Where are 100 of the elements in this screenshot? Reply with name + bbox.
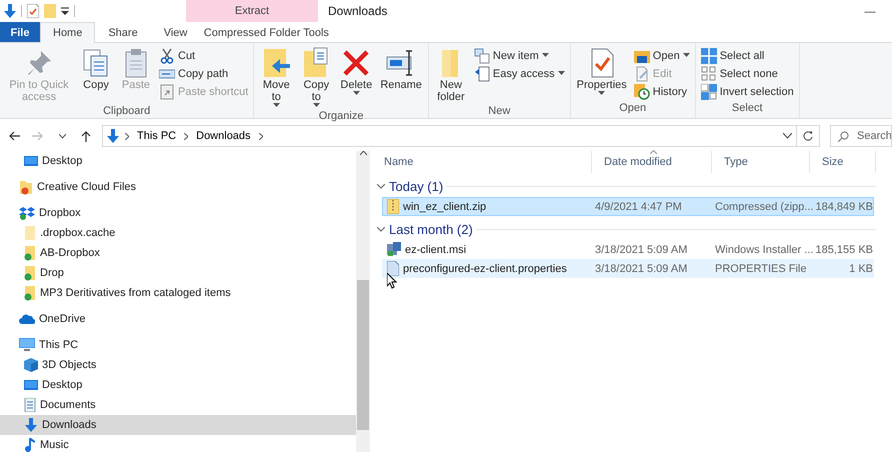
date-cell-text: 3/18/2021 5:09 AM	[594, 244, 688, 256]
search-field[interactable]: Search	[830, 125, 892, 147]
monitor-icon	[24, 379, 38, 391]
ribbon-button[interactable]: Cut	[157, 47, 250, 64]
easy-access-icon	[474, 66, 490, 82]
properties-icon	[27, 4, 39, 18]
zip-file-icon	[387, 199, 399, 214]
file-row[interactable]: preconfigured-ez-client.properties 3/18/2021 5:09 AM PROPERTIES File 1 KB	[382, 259, 874, 278]
synced-folder-icon	[24, 285, 36, 301]
chevron-right-icon	[184, 132, 188, 140]
ribbon-button[interactable]: Copy path	[157, 65, 250, 82]
ribbon-button[interactable]: Easy access	[472, 65, 567, 82]
group-label: Clipboard	[102, 105, 152, 118]
size-cell-text: 184,849 KB	[814, 200, 873, 212]
refresh-icon	[803, 130, 813, 142]
computer-icon	[19, 338, 35, 352]
ribbon-button[interactable]: Select none	[698, 65, 796, 82]
ribbon-button[interactable]: Rename	[377, 45, 425, 110]
file-menu-tab[interactable]: File	[0, 22, 40, 42]
caret-icon	[312, 103, 320, 108]
caret-icon	[682, 53, 690, 58]
window-title: Downloads	[328, 4, 388, 18]
monitor-icon	[24, 155, 38, 167]
navigation-item[interactable]: Creative Cloud Files	[0, 177, 356, 197]
select-none-icon	[700, 66, 717, 82]
navigation-item[interactable]: 3D Objects	[0, 355, 356, 375]
up-arrow-icon	[81, 130, 91, 142]
navigation-item[interactable]: MP3 Deritivatives from cataloged items	[0, 283, 356, 303]
caret-icon	[352, 91, 360, 96]
column-header[interactable]: Type	[712, 151, 810, 173]
music-note-icon	[24, 438, 36, 452]
navigation-item[interactable]: Drop	[0, 263, 356, 283]
cube-icon	[24, 358, 38, 372]
ribbon-tab[interactable]: Home	[40, 22, 96, 43]
type-cell: Compressed (zipp...	[715, 200, 813, 212]
group-label: Open	[618, 102, 648, 116]
chevron-down-icon	[58, 134, 66, 138]
refresh-button[interactable]	[796, 125, 820, 147]
back-arrow-icon	[8, 131, 20, 141]
ribbon-button[interactable]: Move to	[257, 45, 296, 110]
type-cell: Windows Installer ...	[715, 244, 813, 256]
navigation-item[interactable]: Downloads	[0, 415, 356, 435]
file-name: preconfigured-ez-client.properties	[403, 262, 567, 274]
caret-icon	[598, 91, 606, 96]
file-row[interactable]: ez-client.msi 3/18/2021 5:09 AM Windows Installer ... 185,155 KB	[382, 240, 874, 259]
search-icon	[838, 131, 849, 142]
type-cell-text: PROPERTIES File	[715, 262, 808, 274]
date-cell-text: 3/18/2021 5:09 AM	[594, 262, 688, 274]
caret-icon	[272, 103, 280, 108]
group-label: Organize	[318, 110, 364, 122]
sort-caret-icon	[650, 150, 657, 154]
chevron-right-icon	[125, 132, 129, 140]
forward-arrow-icon	[32, 131, 44, 141]
ribbon-button[interactable]: Open	[632, 47, 692, 64]
caret-icon	[542, 53, 549, 58]
new-item-icon	[474, 48, 490, 64]
column-header[interactable]: Size	[810, 151, 876, 173]
ribbon-button[interactable]: Copy to	[297, 45, 336, 110]
ribbon-button[interactable]: New item	[472, 47, 567, 64]
file-row[interactable]: win_ez_client.zip 4/9/2021 4:47 PM Compressed (zipp... 184,849 KB	[382, 197, 874, 216]
ribbon-button[interactable]: Copy	[77, 45, 115, 105]
customize-menu-icon	[61, 7, 69, 15]
navigation-item[interactable]: OneDrive	[0, 309, 356, 329]
navigation-item[interactable]: AB-Dropbox	[0, 243, 356, 263]
navigation-item[interactable]: Documents	[0, 395, 356, 415]
column-header[interactable]: Name	[372, 151, 592, 173]
mouse-pointer-icon	[387, 273, 397, 289]
ribbon-button[interactable]: History	[632, 83, 692, 100]
synced-folder-icon	[24, 265, 36, 281]
navigation-item[interactable]: This PC	[0, 335, 356, 355]
chevron-down-icon	[377, 184, 385, 188]
folder-icon	[19, 179, 33, 195]
group-header: Last month (2)	[389, 222, 473, 236]
ribbon-button[interactable]: Delete	[337, 45, 376, 110]
column-header[interactable]: Date modified	[592, 151, 712, 173]
installer-icon	[387, 242, 401, 257]
ribbon-button[interactable]: New folder	[432, 45, 470, 105]
scrollbar[interactable]	[356, 151, 370, 452]
ribbon-button[interactable]: Properties	[574, 45, 630, 102]
caret-icon	[558, 71, 565, 76]
breadcrumb[interactable]: This PC	[135, 130, 178, 142]
navigation-item[interactable]: .dropbox.cache	[0, 223, 356, 243]
dropbox-icon	[19, 206, 35, 220]
breadcrumb[interactable]: Downloads	[194, 130, 253, 142]
chevron-right-icon	[258, 132, 263, 140]
navigation-item[interactable]: Desktop	[0, 375, 356, 395]
ribbon-button[interactable]: Invert selection	[698, 83, 796, 100]
navigation-item[interactable]: Music	[0, 435, 356, 452]
download-arrow-icon	[24, 418, 38, 432]
ribbon-button[interactable]: Select all	[698, 47, 796, 64]
address-field[interactable]: This PC Downloads	[102, 125, 797, 147]
file-name: ez-client.msi	[405, 244, 466, 256]
scissors-icon	[159, 48, 175, 64]
chevron-down-icon	[783, 133, 792, 139]
group-header: Today (1)	[389, 178, 444, 194]
size-cell-text: 185,155 KB	[814, 244, 873, 256]
download-arrow-icon	[107, 129, 119, 143]
document-icon	[24, 398, 36, 412]
navigation-item[interactable]: Dropbox	[0, 203, 356, 223]
navigation-item[interactable]: Desktop	[0, 151, 356, 171]
